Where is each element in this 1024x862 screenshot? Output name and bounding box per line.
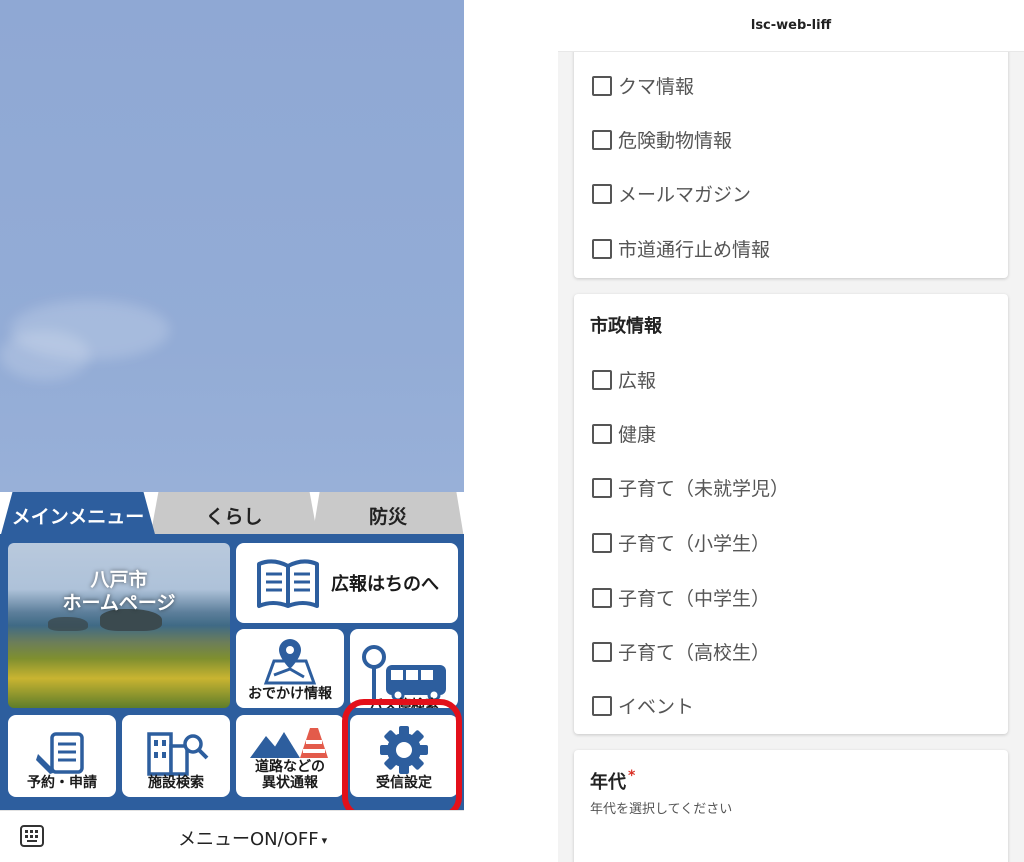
kouhou-label: 広報はちのへ bbox=[331, 574, 439, 595]
road-abnormality-report-button[interactable]: 道路などの 異状通報 bbox=[236, 715, 344, 797]
building-search-icon bbox=[147, 731, 209, 776]
option-label: イベント bbox=[618, 696, 695, 718]
tab-bousai[interactable]: 防災 bbox=[312, 492, 464, 538]
option-kosodate-preschool[interactable]: 子育て（未就学児） bbox=[592, 474, 789, 501]
chevron-down-icon: ▾ bbox=[321, 833, 328, 847]
checkbox[interactable] bbox=[592, 695, 612, 716]
bus-stop-search-button[interactable]: バス停検索 bbox=[350, 629, 458, 708]
tab-kurashi[interactable]: くらし bbox=[150, 492, 318, 538]
checkbox[interactable] bbox=[592, 75, 612, 96]
card-title: 市政情報 bbox=[590, 316, 662, 337]
menu-toggle-label: メニューON/OFF bbox=[178, 829, 319, 850]
homepage-button[interactable]: 八戸市 ホームページ bbox=[8, 543, 230, 708]
option-mail-magazine[interactable]: メールマガジン bbox=[592, 180, 751, 207]
odekake-label: おでかけ情報 bbox=[248, 685, 332, 702]
checkbox[interactable] bbox=[592, 423, 612, 444]
checkbox[interactable] bbox=[592, 587, 612, 608]
checkbox[interactable] bbox=[592, 238, 612, 259]
highlight-annotation bbox=[342, 699, 462, 819]
option-label: 子育て（高校生） bbox=[618, 642, 771, 664]
option-kosodate-elementary[interactable]: 子育て（小学生） bbox=[592, 529, 770, 556]
required-mark: * bbox=[628, 768, 636, 784]
rich-menu-tabs: くらし 防災 メインメニュー bbox=[0, 492, 464, 538]
notification-card-1: クマ情報 危険動物情報 メールマガジン 市道通行止め情報 bbox=[574, 44, 1008, 278]
keyboard-icon[interactable] bbox=[20, 825, 44, 847]
homepage-label: 八戸市 ホームページ bbox=[62, 569, 176, 614]
option-road-closure[interactable]: 市道通行止め情報 bbox=[592, 235, 770, 262]
option-event[interactable]: イベント bbox=[592, 692, 694, 719]
option-label: 子育て（中学生） bbox=[618, 588, 771, 610]
form-pencil-icon bbox=[36, 731, 84, 774]
card-title: 年代 * bbox=[590, 768, 636, 793]
road-report-label-line2: 異状通報 bbox=[262, 774, 318, 791]
menu-toggle-button[interactable]: メニューON/OFF ▾ bbox=[178, 825, 327, 851]
facility-search-label: 施設検索 bbox=[148, 774, 204, 791]
checkbox[interactable] bbox=[592, 532, 612, 553]
option-label: 市道通行止め情報 bbox=[618, 239, 771, 261]
option-label: 健康 bbox=[618, 424, 657, 446]
option-kosodate-high-school[interactable]: 子育て（高校生） bbox=[592, 638, 770, 665]
checkbox[interactable] bbox=[592, 477, 612, 498]
liff-header: lsc-web-liff bbox=[558, 0, 1024, 52]
option-kosodate-junior-high[interactable]: 子育て（中学生） bbox=[592, 584, 770, 611]
checkbox[interactable] bbox=[592, 641, 612, 662]
road-cone-icon bbox=[250, 728, 328, 759]
checkbox[interactable] bbox=[592, 183, 612, 204]
odekake-button[interactable]: おでかけ情報 bbox=[236, 629, 344, 708]
reservation-application-label: 予約・申請 bbox=[27, 774, 97, 791]
option-label: クマ情報 bbox=[618, 76, 695, 98]
open-book-icon bbox=[257, 559, 319, 608]
tab-main-menu[interactable]: メインメニュー bbox=[0, 492, 156, 538]
liff-settings-screen: クマ情報 危険動物情報 メールマガジン 市道通行止め情報 市政情報 広報 健康 … bbox=[558, 0, 1024, 862]
option-kouhou[interactable]: 広報 bbox=[592, 366, 656, 393]
checkbox[interactable] bbox=[592, 129, 612, 150]
option-label: メールマガジン bbox=[618, 184, 752, 206]
reservation-application-button[interactable]: 予約・申請 bbox=[8, 715, 116, 797]
option-kuma[interactable]: クマ情報 bbox=[592, 72, 694, 99]
option-label: 子育て（未就学児） bbox=[618, 478, 790, 500]
map-pin-icon bbox=[263, 638, 317, 685]
chat-background bbox=[0, 0, 464, 492]
kouhou-button[interactable]: 広報はちのへ bbox=[236, 543, 458, 623]
facility-search-button[interactable]: 施設検索 bbox=[122, 715, 230, 797]
shisei-info-card: 市政情報 広報 健康 子育て（未就学児） 子育て（小学生） 子育て（中学生） 子… bbox=[574, 294, 1008, 734]
bus-icon bbox=[362, 644, 446, 701]
road-report-label-line1: 道路などの bbox=[255, 759, 325, 776]
line-chat-screen: くらし 防災 メインメニュー 八戸市 ホームページ 広報はちのへ おでかけ情報 … bbox=[0, 0, 464, 862]
option-label: 広報 bbox=[618, 370, 657, 392]
liff-title: lsc-web-liff bbox=[750, 18, 832, 33]
chat-bottom-bar: メニューON/OFF ▾ bbox=[0, 810, 464, 862]
age-group-card: 年代 * 年代を選択してください bbox=[574, 750, 1008, 862]
option-kenkou[interactable]: 健康 bbox=[592, 420, 656, 447]
checkbox[interactable] bbox=[592, 369, 612, 390]
card-subtitle: 年代を選択してください bbox=[590, 802, 733, 817]
option-label: 子育て（小学生） bbox=[618, 533, 771, 555]
option-kiken-doubutsu[interactable]: 危険動物情報 bbox=[592, 126, 732, 153]
option-label: 危険動物情報 bbox=[618, 130, 733, 152]
